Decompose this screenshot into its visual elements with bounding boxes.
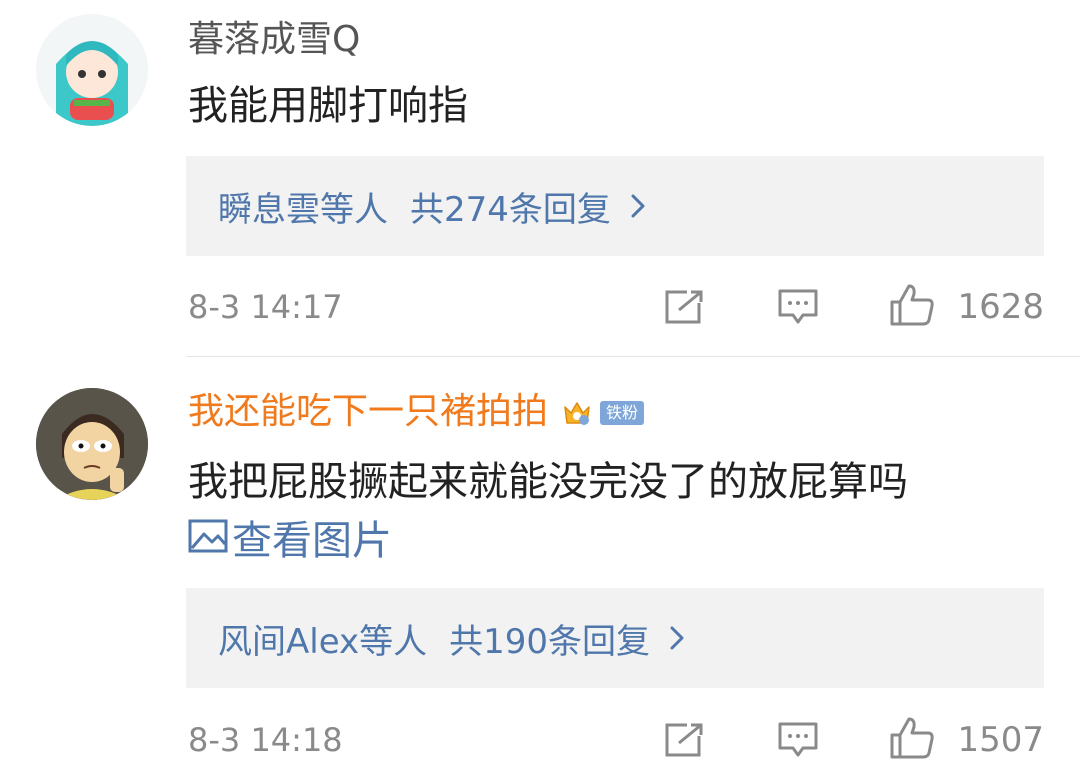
like-button[interactable]: 1628 — [889, 283, 1044, 331]
reply-count: 共190条回复 — [449, 621, 651, 662]
comment-text: 我能用脚打响指 — [188, 83, 468, 129]
timestamp: 8-3 14:18 — [188, 721, 343, 759]
repost-icon[interactable] — [663, 722, 705, 758]
reply-users: 瞬息雲等人 — [218, 189, 388, 230]
chevron-right-icon — [668, 624, 686, 652]
view-picture-link[interactable]: 查看图片 — [188, 515, 392, 567]
username-text: 我还能吃下一只褚拍拍 — [188, 391, 549, 432]
reply-users: 风间Alex等人 — [218, 621, 428, 662]
reply-preview[interactable]: 瞬息雲等人 共274条回复 — [186, 156, 1044, 256]
like-button[interactable]: 1507 — [889, 716, 1044, 764]
comment-meta: 8-3 14:17 1628 — [188, 283, 1044, 331]
thumbs-up-icon — [889, 283, 935, 331]
comment-meta: 8-3 14:18 1507 — [188, 716, 1044, 764]
repost-icon[interactable] — [663, 289, 705, 325]
crown-icon — [562, 399, 592, 427]
reply-count: 共274条回复 — [410, 189, 611, 230]
comment-icon[interactable] — [777, 721, 819, 759]
timestamp: 8-3 14:17 — [188, 288, 343, 326]
username[interactable]: 我还能吃下一只褚拍拍 铁粉 — [188, 390, 645, 434]
fan-badge: 铁粉 — [600, 401, 645, 425]
view-picture-label: 查看图片 — [232, 518, 392, 564]
comment-text: 我把屁股撅起来就能没完没了的放屁算吗 — [188, 459, 908, 505]
image-icon — [188, 515, 232, 567]
reply-preview[interactable]: 风间Alex等人 共190条回复 — [186, 588, 1044, 688]
thumbs-up-icon — [889, 716, 935, 764]
divider — [186, 356, 1080, 357]
chevron-right-icon — [629, 192, 647, 220]
like-count: 1507 — [957, 720, 1044, 760]
like-count: 1628 — [957, 287, 1044, 327]
comment-icon[interactable] — [777, 288, 819, 326]
action-bar: 1507 — [663, 716, 1044, 764]
avatar[interactable] — [36, 14, 148, 126]
username[interactable]: 暮落成雪Q — [188, 18, 360, 62]
action-bar: 1628 — [663, 283, 1044, 331]
avatar[interactable] — [36, 388, 148, 500]
